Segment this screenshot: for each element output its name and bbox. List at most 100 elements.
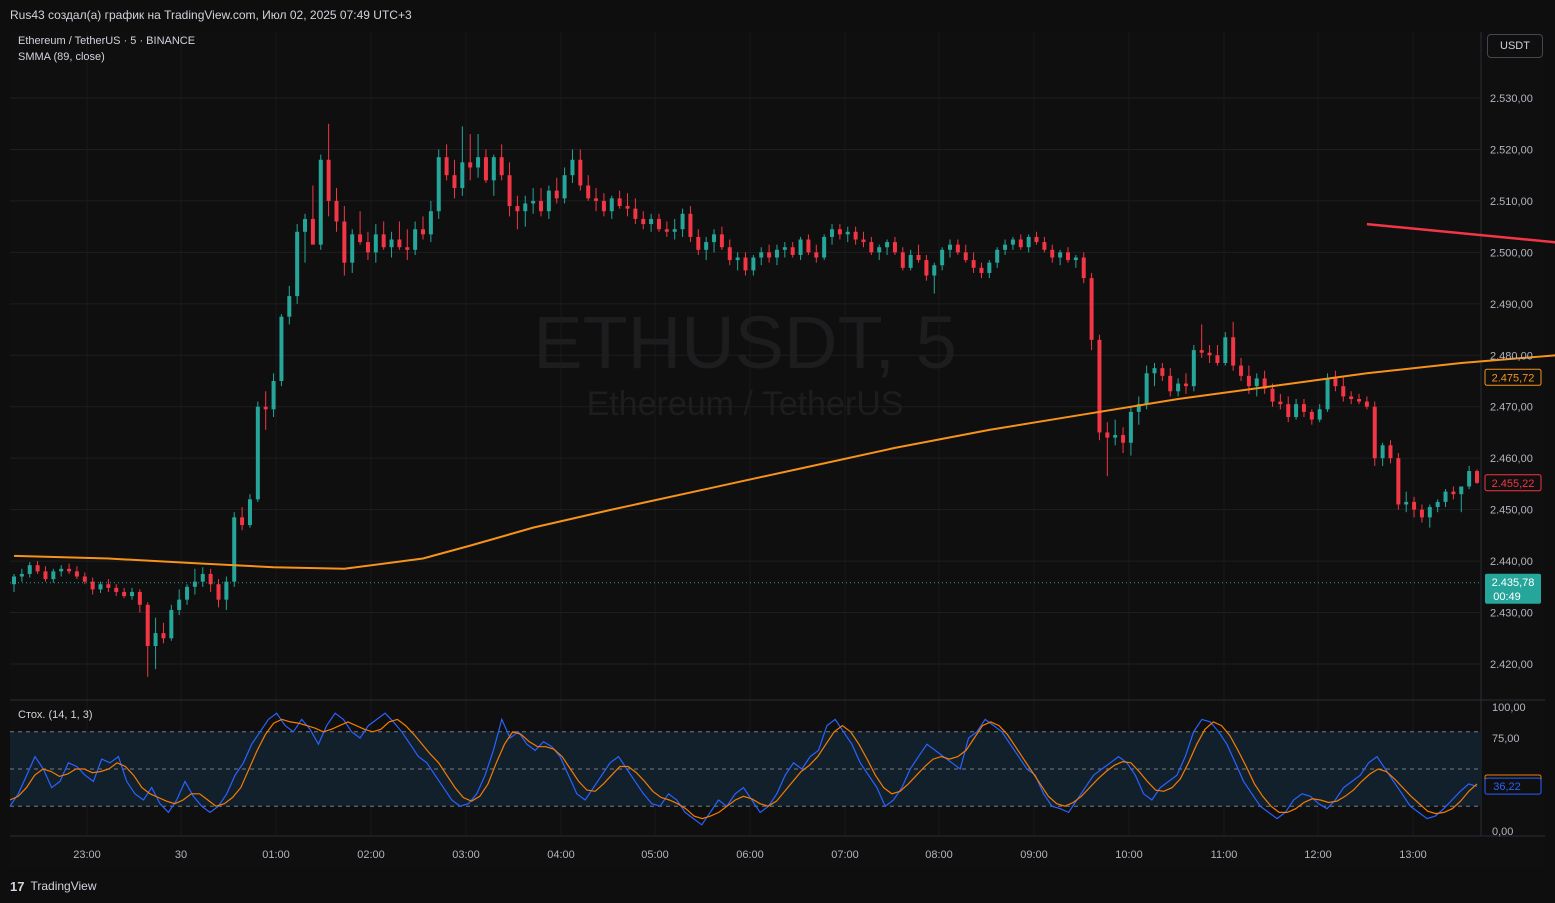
time-tick-label: 03:00 xyxy=(452,849,480,861)
symbol-legend[interactable]: Ethereum / TetherUS · 5 · BINANCE SMMA (… xyxy=(18,35,195,63)
candle-body xyxy=(641,218,646,225)
candle-body xyxy=(814,252,819,258)
candle-body xyxy=(255,406,260,500)
candle-body xyxy=(491,157,496,181)
candle-body xyxy=(830,229,835,237)
candle-body xyxy=(774,249,779,258)
candle-body xyxy=(295,231,300,297)
candle-body xyxy=(562,175,567,199)
candle-body xyxy=(1412,501,1417,510)
candle-body xyxy=(468,162,473,168)
candle-body xyxy=(452,175,457,189)
candle-body xyxy=(885,242,890,248)
stochastic-tick-label: 0,00 xyxy=(1492,826,1513,838)
candle-body xyxy=(1168,375,1173,392)
candle-body xyxy=(554,190,559,199)
candle-body xyxy=(185,586,190,600)
candle-body xyxy=(1058,252,1063,258)
indicator-name[interactable]: SMMA (89, close) xyxy=(18,51,195,63)
candle-body xyxy=(1341,386,1346,397)
candle-body xyxy=(240,517,245,526)
stochastic-legend[interactable]: Стох. (14, 1, 3) xyxy=(18,709,93,721)
candle-body xyxy=(247,499,252,526)
candle-body xyxy=(318,159,323,245)
countdown-label: 00:49 xyxy=(1493,591,1521,603)
candle-body xyxy=(1396,458,1401,505)
price-tick-label: 2.420,00 xyxy=(1490,659,1533,671)
candle-body xyxy=(137,591,142,605)
time-tick-label: 05:00 xyxy=(641,849,669,861)
candle-body xyxy=(405,247,410,250)
candle-body xyxy=(1380,445,1385,459)
candle-body xyxy=(1333,378,1338,387)
candle-body xyxy=(940,249,945,266)
candle-body xyxy=(1364,401,1369,407)
candle-body xyxy=(1065,252,1070,261)
candle-body xyxy=(1427,507,1432,518)
price-tick-label: 2.430,00 xyxy=(1490,608,1533,620)
candle-body xyxy=(767,252,772,258)
candle-body xyxy=(106,584,111,588)
candle-body xyxy=(1404,501,1409,505)
time-tick-label: 06:00 xyxy=(736,849,764,861)
candle-body xyxy=(1050,249,1055,258)
candle-body xyxy=(696,236,701,250)
candle-body xyxy=(476,157,481,168)
stochastic-tick-label: 75,00 xyxy=(1492,733,1520,745)
candle-body xyxy=(727,247,732,261)
candle-body xyxy=(358,234,363,243)
candle-body xyxy=(1357,399,1362,402)
candle-body xyxy=(1152,368,1157,374)
candle-body xyxy=(200,573,205,582)
candle-body xyxy=(1388,445,1393,459)
tradingview-logo-icon: 17 xyxy=(10,878,25,894)
price-tick-label: 2.440,00 xyxy=(1490,556,1533,568)
candle-body xyxy=(680,213,685,230)
candle-body xyxy=(74,571,79,577)
candle-body xyxy=(1097,339,1102,433)
candle-body xyxy=(743,257,748,271)
candle-body xyxy=(531,200,536,204)
candle-body xyxy=(704,242,709,250)
time-tick-label: 08:00 xyxy=(925,849,953,861)
candle-body xyxy=(995,249,1000,263)
candle-body xyxy=(287,296,292,317)
candle-body xyxy=(869,242,874,253)
candle-body xyxy=(609,198,614,212)
candle-body xyxy=(688,213,693,237)
time-tick-label: 04:00 xyxy=(547,849,575,861)
candle-body xyxy=(1199,350,1204,353)
candle-body xyxy=(1451,491,1456,495)
symbol-name[interactable]: Ethereum / TetherUS · 5 · BINANCE xyxy=(18,35,195,47)
candle-body xyxy=(263,406,268,410)
candle-body xyxy=(1113,435,1118,438)
candle-body xyxy=(900,252,905,268)
time-tick-label: 02:00 xyxy=(357,849,385,861)
time-tick-label: 09:00 xyxy=(1020,849,1048,861)
candle-body xyxy=(1121,435,1126,443)
time-axis[interactable]: 23:00 30 01:00 02:00 03:00 04:00 05:00 06:00 07:… xyxy=(73,849,1427,861)
stochastic-axis[interactable]: 100,00 75,00 0,00 xyxy=(1492,702,1526,838)
price-chart[interactable]: ETHUSDT, 5 Ethereum / TetherUS 2.530,00 2… xyxy=(0,0,1555,903)
candle-body xyxy=(853,231,858,240)
candle-body xyxy=(1294,404,1299,418)
candle-body xyxy=(444,157,449,176)
price-tick-label: 2.460,00 xyxy=(1490,453,1533,465)
time-tick-label: 10:00 xyxy=(1115,849,1143,861)
candle-body xyxy=(1176,383,1181,392)
candle-body xyxy=(129,591,134,597)
price-tick-label: 2.520,00 xyxy=(1490,144,1533,156)
candle-body xyxy=(1231,337,1236,366)
candle-body xyxy=(656,218,661,230)
candle-body xyxy=(326,159,331,201)
candle-body xyxy=(1160,368,1165,376)
footer: 17 TradingView xyxy=(10,877,97,895)
candle-body xyxy=(35,565,40,572)
candle-body xyxy=(861,239,866,243)
currency-button[interactable]: USDT xyxy=(1487,34,1543,58)
candle-body xyxy=(43,571,48,580)
candle-body xyxy=(845,231,850,235)
candle-body xyxy=(232,517,237,582)
price-tick-label: 2.500,00 xyxy=(1490,247,1533,259)
price-grid xyxy=(10,32,1545,837)
